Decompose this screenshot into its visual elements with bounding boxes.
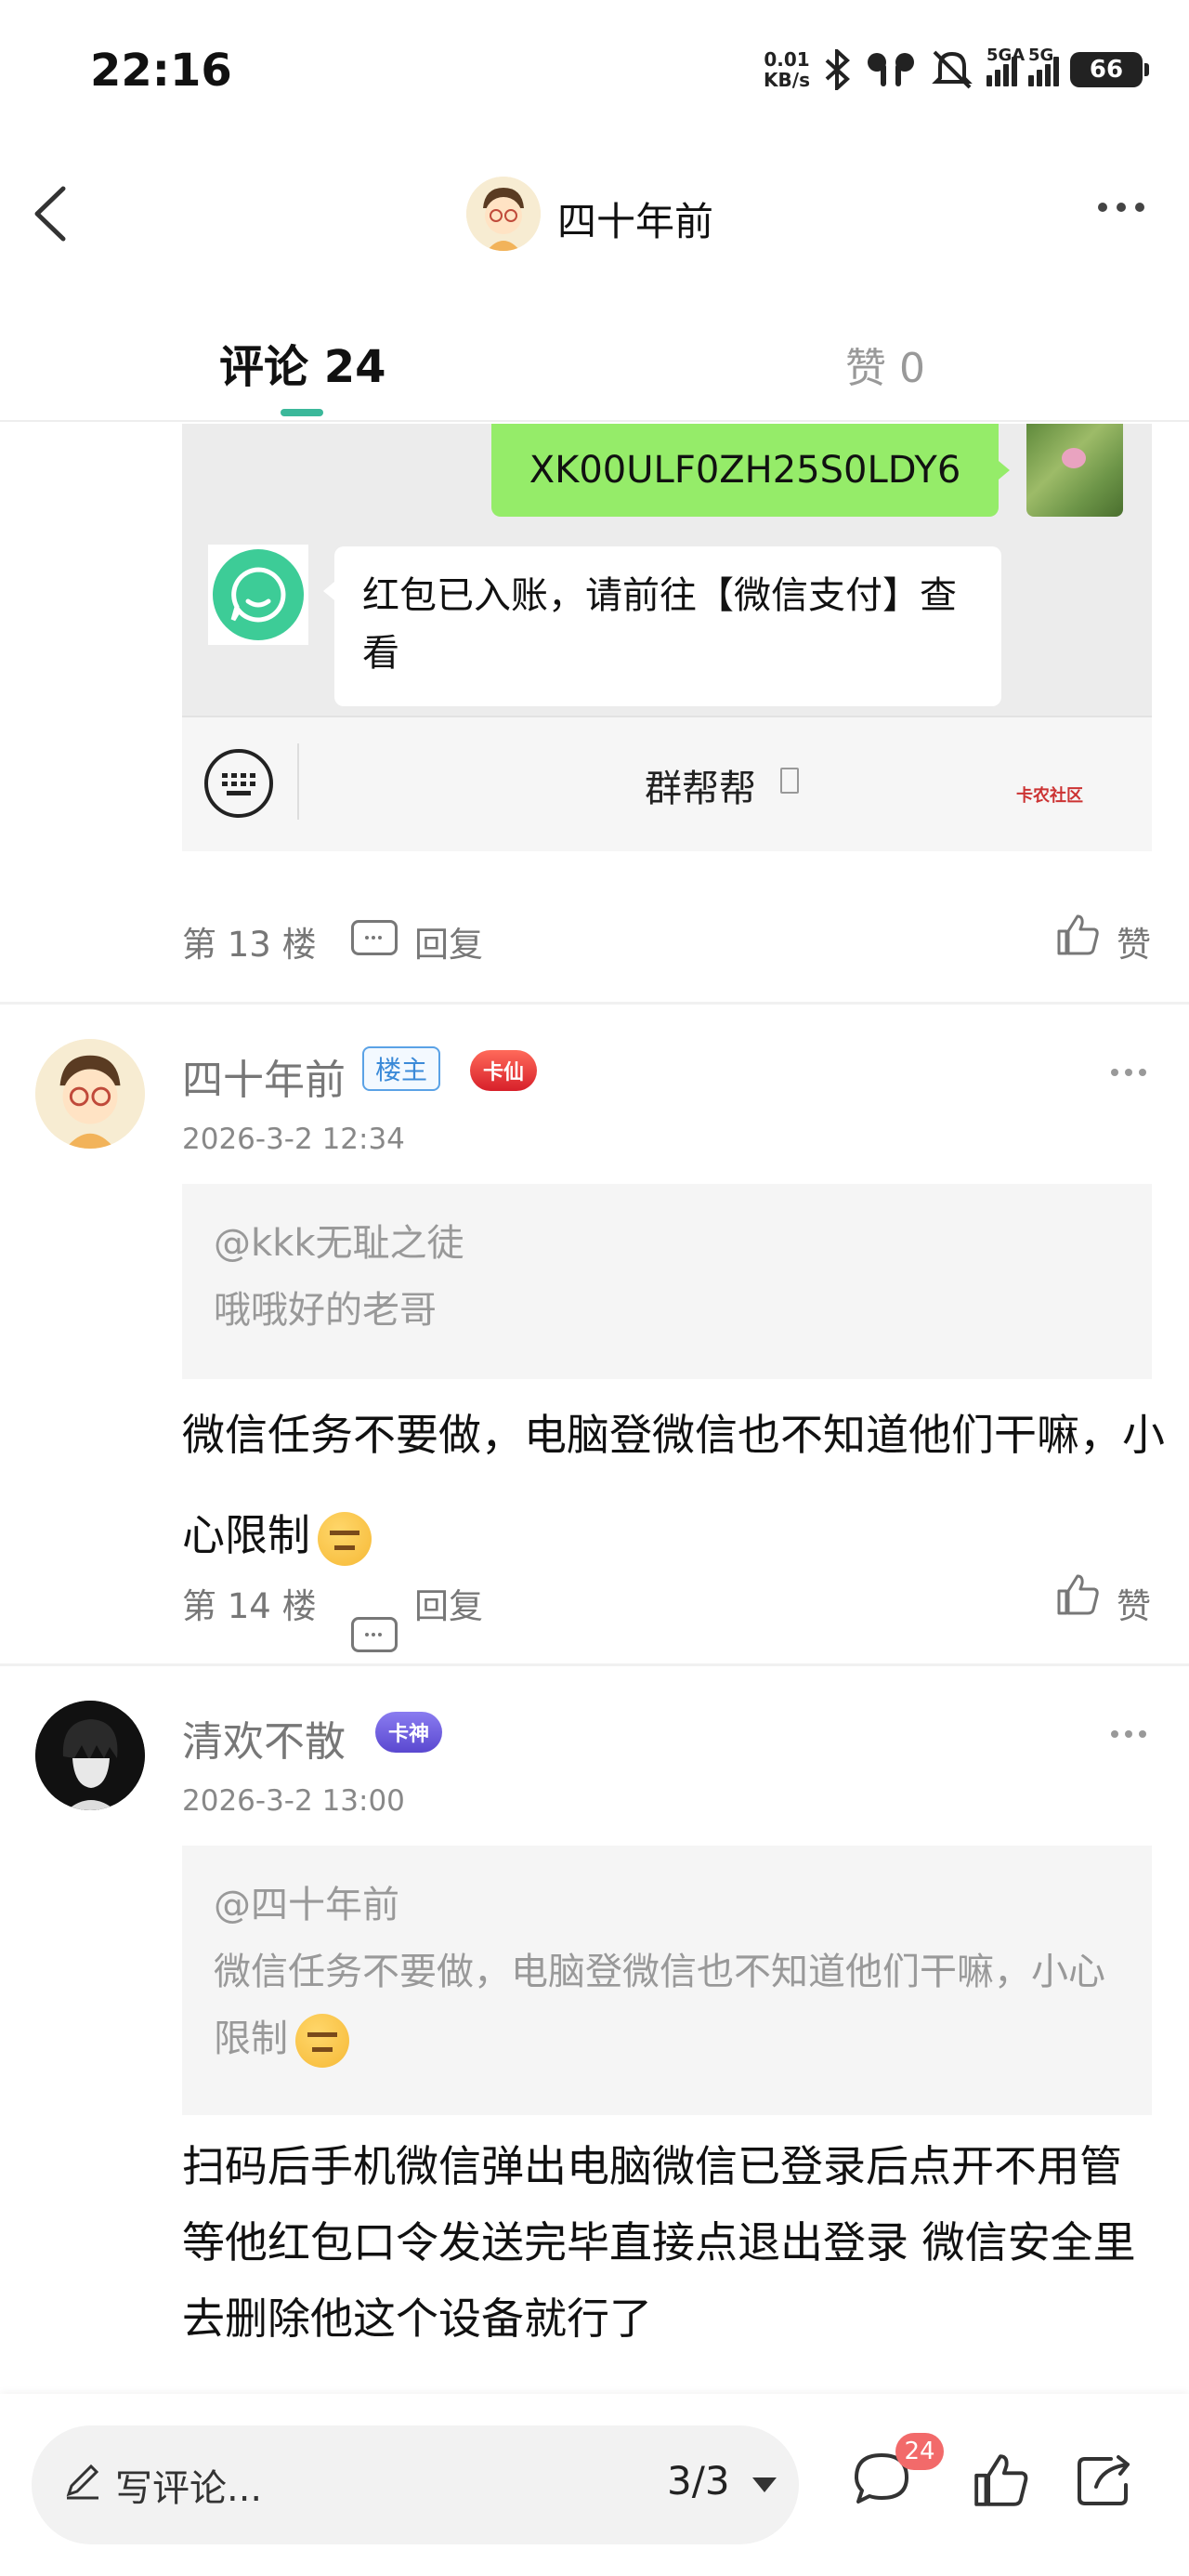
chat-bubble-icon [213,549,304,640]
back-arrow-icon[interactable] [26,181,78,246]
username[interactable]: 清欢不散 [182,1708,346,1768]
quoted-comment: @四十年前 微信任务不要做，电脑登微信也不知道他们干嘛，小心限制 [182,1846,1152,2115]
status-time: 22:16 [90,45,232,97]
status-icons: 0.01 KB/s 5GA 5G 66 [764,46,1149,91]
network-speed: 0.01 KB/s [764,48,810,91]
quote-text-wrap: 微信任务不要做，电脑登微信也不知道他们干嘛，小心限制 [214,1939,1120,2072]
quote-user[interactable]: @kkk无耻之徒 [214,1210,1120,1277]
comment-divider [0,1002,1189,1005]
comment-count-badge: 24 [895,2433,944,2470]
battery-icon: 66 [1070,52,1149,87]
floor-number: 第 14 楼 [182,1586,317,1626]
like-button[interactable]: 赞 [1117,916,1151,966]
tab-comments[interactable]: 评论 24 [219,330,386,395]
pen-icon [66,2464,99,2500]
signal-icon-sim1: 5GA [986,46,1025,86]
reply-button[interactable]: 回复 [414,1578,483,1628]
bot-avatar [208,545,308,645]
thumbs-up-icon[interactable] [972,2451,1029,2509]
bluetooth-icon [825,49,850,90]
tab-likes[interactable]: 赞 0 [845,335,925,394]
bot-message-bubble: 红包已入账，请前往【微信支付】查看 [323,546,1001,706]
cartoon-avatar-icon [35,1039,145,1149]
user-avatar[interactable] [35,1701,145,1810]
comment-more-icon[interactable] [1111,1730,1146,1738]
share-icon[interactable] [1074,2451,1135,2509]
rank-badge: 卡神 [375,1712,443,1753]
sent-code-bubble: XK00ULF0ZH25S0LDY6 [491,424,1010,517]
host-badge: 楼主 [362,1046,441,1091]
header-divider [0,420,1189,422]
comment-body: 扫码后手机微信弹出电脑微信已登录后点开不用管 等他红包口令发送完毕直接点退出登录… [182,2141,1136,2344]
username[interactable]: 四十年前 [182,1046,346,1106]
earbuds-icon [868,53,914,86]
anime-avatar-icon [35,1701,145,1810]
group-name: 群帮帮 [645,768,756,810]
mute-icon [932,50,973,89]
rank-badge: 卡仙 [470,1050,538,1091]
thumbs-up-icon[interactable] [1055,1572,1100,1617]
reply-button[interactable]: 回复 [414,916,483,966]
lotus-avatar-image [1026,424,1123,517]
frowning-emoji-icon [318,1511,372,1566]
like-button[interactable]: 赞 [1117,1578,1151,1628]
chevron-down-icon[interactable] [752,2477,777,2492]
reply-icon[interactable] [351,920,398,955]
reply-icon[interactable] [351,1617,398,1652]
chat-bar-separator [297,743,299,820]
comment-body: 微信任务不要做，电脑登微信也不知道他们干嘛，小心限制 [182,1385,1167,1585]
comment-date: 2026-3-2 13:00 [182,1784,405,1818]
comment-more-icon[interactable] [1111,1069,1146,1076]
page-title: 四十年前 [557,199,714,244]
cartoon-avatar-icon [466,177,541,251]
tab-active-indicator [281,409,323,416]
quoted-comment: @kkk无耻之徒 哦哦好的老哥 [182,1184,1152,1379]
signal-icon-sim2: 5G [1028,46,1059,86]
watermark-logo: 卡农社区 [1016,786,1083,806]
quote-user[interactable]: @四十年前 [214,1872,1120,1939]
quote-text: 哦哦好的老哥 [214,1289,437,1332]
page-selector[interactable]: 3/3 [667,2458,730,2504]
comment-divider [0,1663,1189,1666]
frowning-emoji-icon [295,2014,349,2068]
floor-number: 第 13 楼 [182,925,317,965]
user-avatar[interactable] [35,1039,145,1149]
document-icon [780,768,799,794]
thumbs-up-icon[interactable] [1055,913,1100,957]
comment-placeholder[interactable]: 写评论... [115,2458,262,2512]
more-options-icon[interactable] [1098,203,1144,212]
keyboard-icon [204,749,273,818]
author-avatar[interactable] [466,177,541,251]
comment-date: 2026-3-2 12:34 [182,1123,405,1156]
